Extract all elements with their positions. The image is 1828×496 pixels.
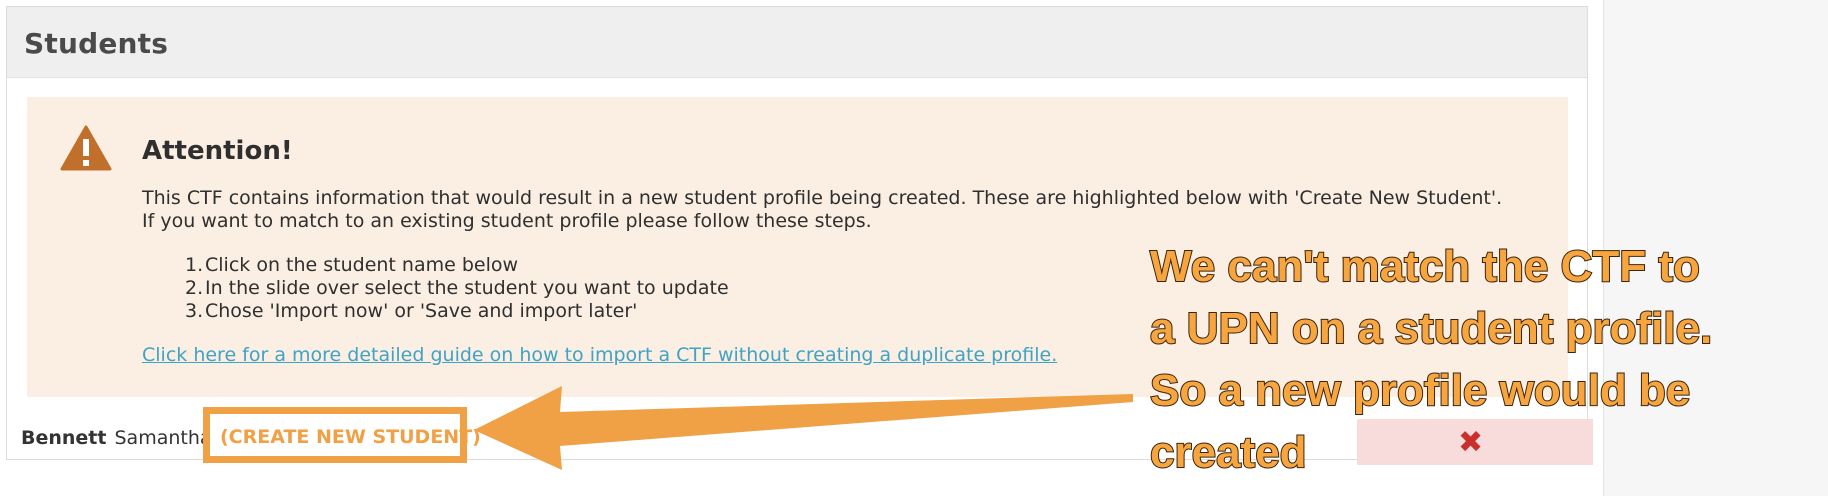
warning-triangle-icon [60, 125, 112, 171]
alert-text-secondary: If you want to match to an existing stud… [142, 210, 872, 232]
student-forename[interactable]: Samantha [114, 427, 211, 449]
annotation-line: created [1149, 427, 1308, 478]
alert-text: This CTF contains information that would… [142, 187, 1503, 209]
create-new-student-highlight: (CREATE NEW STUDENT) [203, 407, 481, 463]
panel-title: Students [24, 27, 169, 60]
guide-link[interactable]: Click here for a more detailed guide on … [142, 344, 1057, 366]
alert-heading: Attention! [142, 136, 293, 166]
annotation-callout: We can't match the CTF to a UPN on a stu… [1149, 236, 1770, 484]
steps-list: 1.Click on the student name below 2.In t… [185, 254, 729, 323]
step-item: 1.Click on the student name below [185, 254, 519, 276]
student-row[interactable]: Bennett Samantha [21, 427, 212, 449]
step-item: 3.Chose 'Import now' or 'Save and import… [185, 300, 638, 322]
panel-header: Students [7, 7, 1587, 78]
annotation-line: We can't match the CTF to [1149, 241, 1701, 292]
annotation-line: a UPN on a student profile. [1149, 303, 1713, 354]
student-surname[interactable]: Bennett [21, 427, 106, 449]
step-item: 2.In the slide over select the student y… [185, 277, 729, 299]
annotation-line: So a new profile would be [1149, 365, 1691, 416]
create-new-student-label[interactable]: (CREATE NEW STUDENT) [220, 426, 481, 448]
annotation-arrow [474, 386, 1133, 470]
